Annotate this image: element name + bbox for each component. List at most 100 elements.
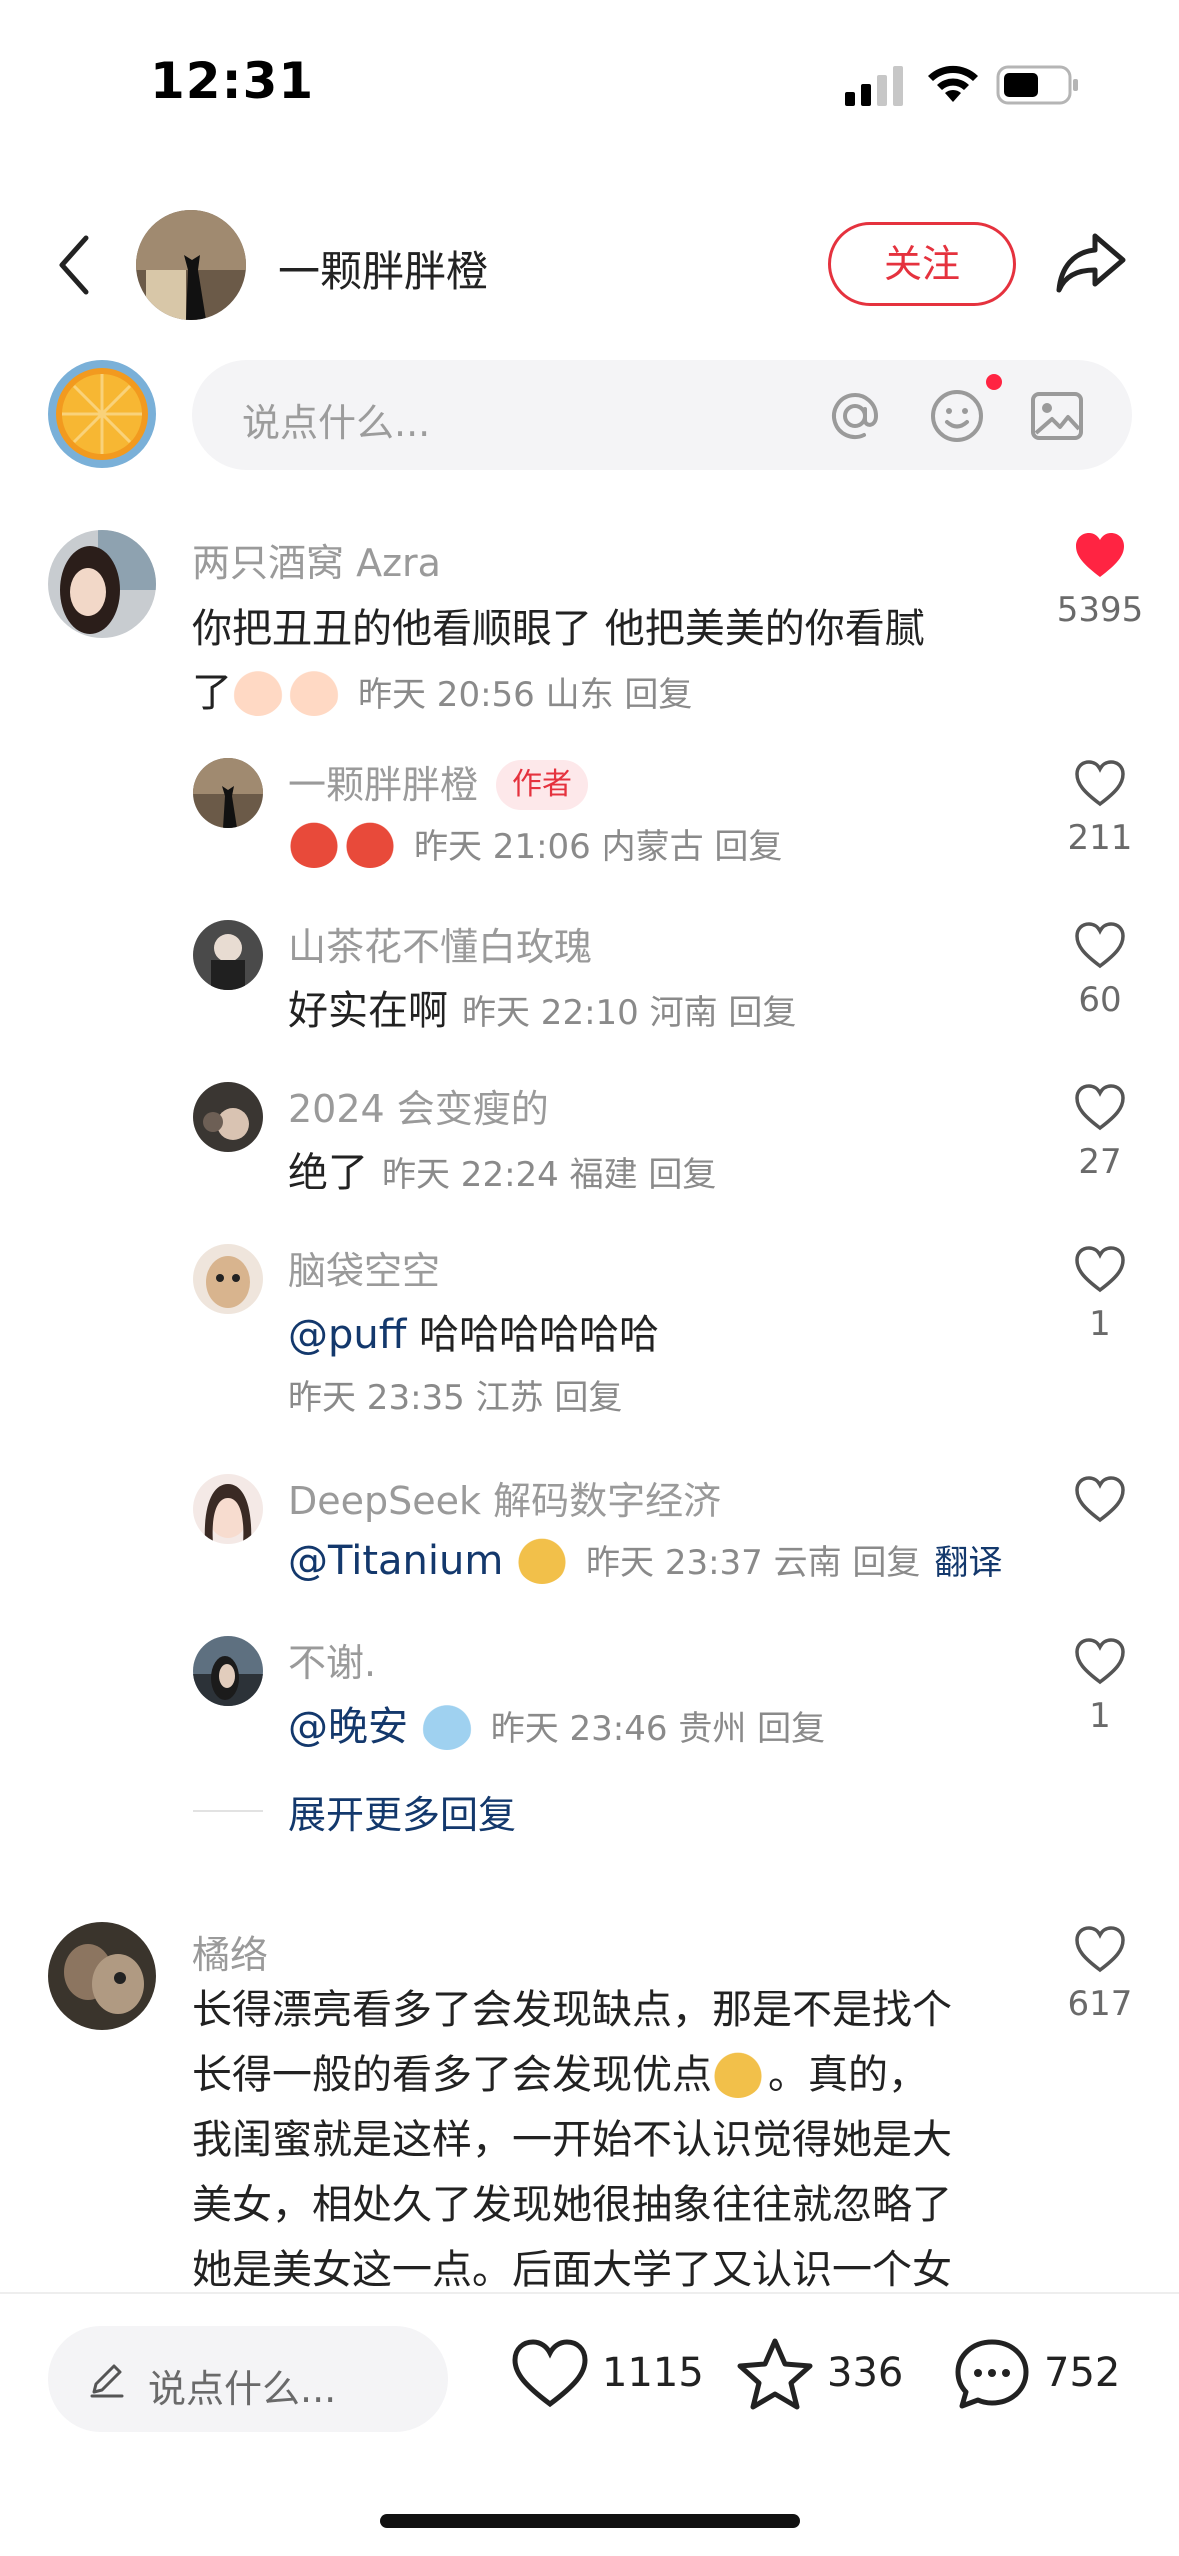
like-button[interactable]: 60	[1040, 920, 1160, 1020]
home-indicator[interactable]	[380, 2514, 800, 2528]
like-count: 1	[1089, 1304, 1111, 1344]
comment-meta: 昨天 20:56 山东 回复	[358, 675, 693, 715]
dog-emoji-icon	[712, 2046, 764, 2098]
share-icon[interactable]	[1055, 230, 1127, 296]
commenter-name[interactable]: 橘络	[192, 1924, 268, 1979]
reply-text: 昨天 21:06 内蒙古 回复	[288, 816, 782, 868]
replier-avatar[interactable]	[193, 758, 263, 828]
author-name[interactable]: 一颗胖胖橙	[278, 238, 488, 299]
mention-link[interactable]: @Titanium	[288, 1538, 503, 1584]
heart-outline-icon	[1075, 1638, 1125, 1685]
commenter-avatar[interactable]	[48, 1922, 156, 2030]
chat-bubble-icon	[955, 2339, 1029, 2409]
crying-emoji-icon	[288, 664, 340, 716]
heart-outline-icon	[512, 2339, 588, 2408]
like-button[interactable]: 1	[1040, 1636, 1160, 1736]
mention-link[interactable]: @puff	[288, 1312, 406, 1358]
comments-button[interactable]: 752	[952, 2336, 1132, 2416]
comment-count: 752	[1044, 2350, 1121, 2396]
battery-icon	[996, 65, 1078, 105]
expand-more-replies[interactable]: 展开更多回复	[288, 1784, 516, 1839]
translate-button[interactable]: 翻译	[934, 1543, 1002, 1583]
heart-outline-icon	[1075, 1246, 1125, 1293]
comment-input-row: 说点什么...	[0, 350, 1179, 480]
note-like-count: 1115	[602, 2350, 704, 2396]
heart-outline-icon	[1075, 1084, 1125, 1131]
replier-name[interactable]: 不谢.	[288, 1632, 376, 1687]
status-time: 12:31	[150, 52, 315, 110]
reply-meta: 昨天 22:24 福建 回复	[382, 1155, 717, 1195]
like-button[interactable]: 617	[1040, 1924, 1160, 2024]
comment-text: 长得漂亮看多了会发现缺点，那是不是找个 长得一般的看多了会发现优点 。真的， 我闺…	[192, 1987, 952, 2293]
like-count: 5395	[1056, 590, 1144, 630]
replier-avatar[interactable]	[193, 1082, 263, 1152]
note-header: 一颗胖胖橙 关注	[0, 200, 1179, 330]
heart-outline-icon	[1075, 1476, 1125, 1523]
cellular-signal-icon	[845, 66, 903, 106]
reply-meta-line: 昨天 23:35 江苏 回复	[288, 1370, 622, 1419]
crying-blob-emoji-icon	[420, 1698, 473, 1750]
comment-text: 你把丑丑的他看顺眼了 他把美美的你看腻	[192, 606, 925, 652]
star-outline-icon	[737, 2338, 813, 2410]
heart-outline-icon	[1075, 922, 1125, 969]
mention-at-icon[interactable]	[826, 387, 884, 445]
mention-link[interactable]: @晚安	[288, 1704, 408, 1750]
like-count: 211	[1067, 818, 1133, 858]
like-button[interactable]	[1040, 1474, 1160, 1524]
comment-input-placeholder: 说点什么...	[242, 401, 431, 445]
like-button[interactable]: 5395	[1040, 530, 1160, 630]
comment-text-line2: 了昨天 20:56 山东 回复	[192, 660, 692, 718]
like-count: 617	[1067, 1984, 1133, 2024]
devil-emoji-icon	[288, 816, 340, 868]
replier-avatar[interactable]	[193, 1636, 263, 1706]
replier-name[interactable]: 2024 会变瘦的	[288, 1078, 549, 1133]
bottom-comment-input[interactable]: 说点什么...	[48, 2326, 448, 2432]
reply-meta: 昨天 23:35 江苏 回复	[288, 1378, 623, 1418]
emoji-notification-dot	[986, 374, 1002, 390]
like-note-button[interactable]: 1115	[510, 2336, 704, 2416]
replier-name[interactable]: 山茶花不懂白玫瑰	[288, 916, 592, 971]
heart-filled-icon	[1076, 533, 1124, 577]
devil-emoji-icon	[344, 816, 396, 868]
reply-text: @晚安 昨天 23:46 贵州 回复	[288, 1694, 825, 1752]
follow-button[interactable]: 关注	[828, 222, 1016, 306]
replier-avatar[interactable]	[193, 1244, 263, 1314]
reply-text: 绝了 昨天 22:24 福建 回复	[288, 1150, 717, 1196]
commenter-name[interactable]: 两只酒窝 Azra	[192, 532, 441, 587]
reply-meta: 昨天 22:10 河南 回复	[462, 993, 797, 1033]
image-picker-icon[interactable]	[1028, 387, 1086, 445]
bottom-input-placeholder: 说点什么...	[148, 2367, 337, 2411]
commenter-avatar[interactable]	[48, 530, 156, 638]
reply-text: 好实在啊 昨天 22:10 河南 回复	[288, 988, 797, 1034]
reply-text: @puff 哈哈哈哈哈哈	[288, 1312, 660, 1358]
emoji-face-icon[interactable]	[928, 387, 986, 445]
comment-input[interactable]: 说点什么...	[192, 360, 1132, 470]
author-avatar[interactable]	[136, 210, 246, 320]
reply-text: @Titanium 昨天 23:37 云南 回复 翻译	[288, 1532, 1002, 1584]
like-count: 27	[1078, 1142, 1122, 1182]
crying-emoji-icon	[232, 664, 284, 716]
like-button[interactable]: 27	[1040, 1082, 1160, 1182]
wifi-icon	[928, 65, 978, 102]
like-count: 60	[1078, 980, 1122, 1020]
reply-meta: 昨天 23:46 贵州 回复	[490, 1709, 826, 1749]
replier-name[interactable]: 脑袋空空	[288, 1240, 440, 1295]
replier-avatar[interactable]	[193, 1474, 263, 1544]
expand-divider	[193, 1810, 263, 1812]
like-button[interactable]: 211	[1040, 758, 1160, 858]
replier-name[interactable]: DeepSeek 解码数字经济	[288, 1470, 721, 1525]
reply-meta: 昨天 23:37 云南 回复	[586, 1543, 921, 1583]
favorite-count: 336	[827, 2350, 904, 2396]
author-tag: 作者	[496, 760, 589, 810]
dog-emoji-icon	[516, 1532, 569, 1584]
my-avatar[interactable]	[48, 360, 156, 468]
heart-outline-icon	[1075, 760, 1125, 807]
back-chevron-icon[interactable]	[50, 230, 100, 300]
like-button[interactable]: 1	[1040, 1244, 1160, 1344]
pen-icon	[90, 2364, 124, 2398]
replier-avatar[interactable]	[193, 920, 263, 990]
replier-name[interactable]: 一颗胖胖橙 作者	[288, 754, 589, 810]
favorite-button[interactable]: 336	[735, 2336, 910, 2416]
status-bar: 12:31	[0, 0, 1179, 170]
like-count: 1	[1089, 1696, 1111, 1736]
